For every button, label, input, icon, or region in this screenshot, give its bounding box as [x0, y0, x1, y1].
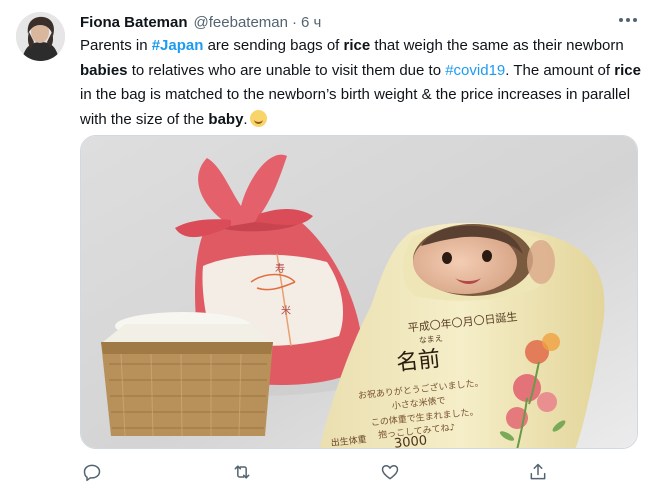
separator-dot: · [291, 13, 297, 31]
more-icon[interactable] [616, 10, 640, 30]
red-bag-tag-1: 寿 [275, 262, 285, 275]
bag-weight-value: 3000 [393, 433, 427, 449]
tweet-text: Parents in #Japan are sending bags of ri… [80, 37, 641, 128]
author-handle[interactable]: @feebateman [194, 14, 288, 31]
tweet-actions [80, 460, 550, 484]
reply-icon[interactable] [80, 460, 104, 484]
red-bag-tag-2: 米 [281, 304, 291, 317]
tweet-photo[interactable]: 寿 米 平成〇年〇月〇日誕生 なまえ 名前 お祝ありがとうございました。 小さな… [80, 135, 638, 449]
retweet-icon[interactable] [230, 460, 254, 484]
tweet-time[interactable]: 6 ч [301, 14, 321, 31]
hashtag-japan[interactable]: #Japan [152, 37, 204, 54]
tweet[interactable]: Fiona Bateman @feebateman · 6 ч Parents … [0, 0, 659, 501]
bag-label-name: 名前 [395, 347, 441, 376]
avatar[interactable] [16, 12, 65, 61]
share-icon[interactable] [526, 460, 550, 484]
like-icon[interactable] [378, 460, 402, 484]
tweet-header: Fiona Bateman @feebateman · 6 ч [80, 12, 321, 32]
hashtag-covid19[interactable]: #covid19 [445, 62, 505, 79]
author-name[interactable]: Fiona Bateman [80, 14, 188, 31]
baby-emoji-icon [249, 109, 267, 127]
